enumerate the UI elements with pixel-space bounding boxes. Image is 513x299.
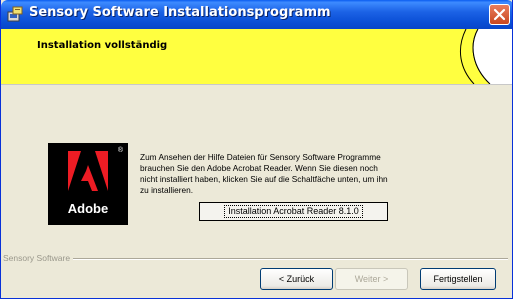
adobe-logo: ® Adobe xyxy=(48,143,128,225)
registered-mark: ® xyxy=(117,147,123,154)
header-swoosh-graphic xyxy=(459,29,512,84)
footer-separator xyxy=(5,258,508,260)
next-button[interactable]: Weiter > xyxy=(335,268,408,290)
info-line: Zum Ansehen der Hilfe Dateien für Sensor… xyxy=(140,152,381,162)
back-button[interactable]: < Zurück xyxy=(260,268,333,290)
installer-icon xyxy=(7,6,24,23)
info-line: brauchen Sie den Adobe Acrobat Reader. W… xyxy=(140,163,378,173)
page-title: Installation vollständig xyxy=(37,40,168,51)
install-acrobat-label: Installation Acrobat Reader 8.1.0 xyxy=(224,205,363,218)
installer-window: Sensory Software Installationsprogramm I… xyxy=(0,0,513,299)
brand-label: Sensory Software xyxy=(3,253,74,263)
info-line: zu installieren. xyxy=(140,185,194,195)
header-band: Installation vollständig xyxy=(1,29,512,85)
title-bar[interactable]: Sensory Software Installationsprogramm xyxy=(1,0,512,29)
acrobat-info-text: Zum Ansehen der Hilfe Dateien für Sensor… xyxy=(140,152,470,196)
adobe-wordmark: Adobe xyxy=(67,201,109,216)
finish-button[interactable]: Fertigstellen xyxy=(420,268,496,290)
close-icon xyxy=(493,8,506,21)
window-title: Sensory Software Installationsprogramm xyxy=(29,5,331,20)
close-button[interactable] xyxy=(489,4,510,25)
info-line: nicht installiert haben, klicken Sie auf… xyxy=(140,174,388,184)
adobe-a-icon xyxy=(68,151,108,191)
install-acrobat-button[interactable]: Installation Acrobat Reader 8.1.0 xyxy=(199,202,388,221)
